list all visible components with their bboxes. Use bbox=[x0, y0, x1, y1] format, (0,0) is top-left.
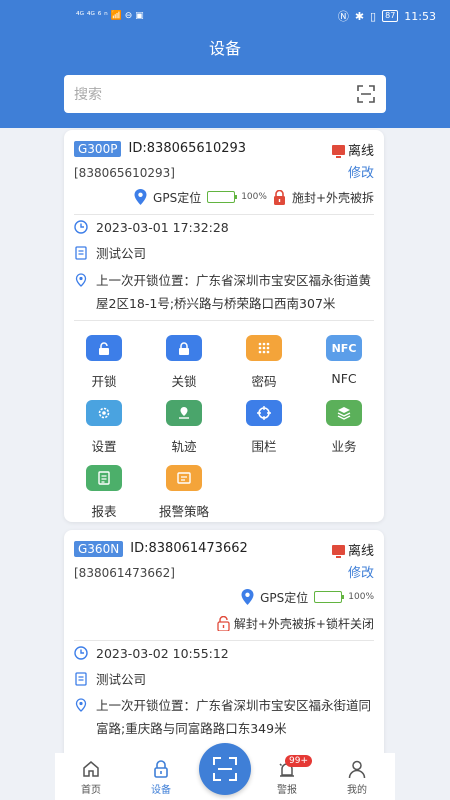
gear-icon bbox=[86, 400, 122, 426]
location-icon bbox=[75, 273, 87, 287]
vibrate-icon: ▯ bbox=[370, 9, 377, 23]
settings-button[interactable]: 设置 bbox=[64, 400, 144, 455]
nfc-status-icon: Ⓝ bbox=[337, 10, 349, 23]
alarm-policy-icon bbox=[166, 465, 202, 491]
tab-label: 设备 bbox=[151, 785, 171, 796]
company: 测试公司 bbox=[96, 672, 147, 687]
last-time: 2023-03-01 17:32:28 bbox=[96, 220, 229, 235]
track-icon bbox=[166, 400, 202, 426]
signal-icons: ⁴ᴳ ⁴ᴳ ⁶ ⁿ 📶 ⊖ ▣ bbox=[76, 11, 144, 21]
status-badge: 离线 bbox=[331, 140, 374, 159]
layers-icon bbox=[326, 400, 362, 426]
lock-icon bbox=[166, 335, 202, 361]
action-label: 设置 bbox=[91, 439, 117, 454]
fence-button[interactable]: 围栏 bbox=[224, 400, 304, 455]
unlock-icon bbox=[86, 335, 122, 361]
keypad-icon bbox=[246, 335, 282, 361]
battery-percent: 100% bbox=[348, 592, 374, 602]
search-input[interactable]: 搜索 bbox=[74, 84, 102, 104]
status-badge: 离线 bbox=[331, 540, 374, 559]
page-title: 设备 bbox=[208, 39, 241, 58]
battery-icon bbox=[314, 591, 345, 603]
tab-home[interactable]: 首页 bbox=[61, 759, 121, 796]
company: 测试公司 bbox=[96, 246, 147, 261]
modify-link[interactable]: 修改 bbox=[348, 162, 374, 181]
device-lock-icon bbox=[154, 760, 168, 778]
gps-label: GPS定位 bbox=[260, 590, 309, 605]
action-label: 报警策略 bbox=[158, 504, 209, 519]
tab-mine[interactable]: 我的 bbox=[327, 759, 387, 796]
search-bar[interactable]: 搜索 bbox=[64, 75, 386, 113]
device-model-tag: G360N bbox=[74, 540, 124, 557]
last-unlock-location: 上一次开锁位置：广东省深圳市宝安区福永街道黄屋2区18-1号;桥兴路与桥荣路口西… bbox=[96, 273, 372, 311]
location-icon bbox=[75, 698, 87, 712]
nfc-icon: NFC bbox=[326, 335, 362, 361]
action-label: 报表 bbox=[91, 504, 117, 519]
unlock-button[interactable]: 开锁 bbox=[64, 335, 144, 390]
monitor-icon bbox=[331, 544, 345, 558]
clock-icon bbox=[74, 220, 88, 234]
lock-state: 施封+外壳被拆 bbox=[291, 190, 374, 205]
last-time: 2023-03-02 10:55:12 bbox=[96, 646, 229, 661]
location-pin-icon bbox=[241, 589, 254, 605]
device-id: ID:838061473662 bbox=[130, 541, 248, 556]
action-label: 轨迹 bbox=[171, 439, 197, 454]
action-label: 开锁 bbox=[91, 374, 117, 389]
battery-icon bbox=[207, 191, 238, 203]
unlock-status-icon bbox=[217, 615, 230, 631]
battery-level: 87 bbox=[382, 10, 399, 22]
business-button[interactable]: 业务 bbox=[304, 400, 384, 455]
report-button[interactable]: 报表 bbox=[64, 465, 144, 520]
password-button[interactable]: 密码 bbox=[224, 335, 304, 390]
divider bbox=[74, 320, 374, 321]
scan-icon[interactable] bbox=[356, 84, 376, 104]
status-text: 离线 bbox=[347, 544, 374, 559]
status-right: Ⓝ ✱ ▯ 87 11:53 bbox=[338, 8, 436, 24]
document-icon bbox=[75, 672, 87, 686]
action-label: 关锁 bbox=[171, 374, 197, 389]
action-label: NFC bbox=[331, 371, 357, 386]
lock-state: 解封+外壳被拆+锁杆关闭 bbox=[233, 616, 374, 631]
bluetooth-icon: ✱ bbox=[354, 9, 365, 23]
clock-icon bbox=[74, 646, 88, 660]
lock-status-icon bbox=[273, 189, 285, 205]
location-pin-icon bbox=[134, 189, 147, 205]
last-unlock-location: 上一次开锁位置：广东省深圳市宝安区福永街道同富路;重庆路与同富路路口东349米 bbox=[96, 698, 372, 736]
report-icon bbox=[86, 465, 122, 491]
action-label: 密码 bbox=[251, 374, 277, 389]
status-left: ⁴ᴳ ⁴ᴳ ⁶ ⁿ 📶 ⊖ ▣ bbox=[76, 11, 144, 21]
divider bbox=[74, 640, 374, 641]
scan-icon bbox=[213, 757, 237, 781]
user-icon bbox=[348, 760, 366, 779]
document-icon bbox=[75, 246, 87, 260]
monitor-icon bbox=[331, 144, 345, 158]
alarm-policy-button[interactable]: 报警策略 bbox=[144, 465, 224, 520]
tab-label: 我的 bbox=[347, 785, 367, 796]
action-label: 业务 bbox=[331, 439, 357, 454]
nfc-button[interactable]: NFC NFC bbox=[304, 335, 384, 386]
tab-label: 首页 bbox=[81, 785, 101, 796]
device-model-tag: G300P bbox=[74, 140, 122, 157]
alarm-count-badge: 99+ bbox=[285, 755, 312, 767]
scan-button[interactable] bbox=[199, 743, 251, 795]
gps-label: GPS定位 bbox=[153, 190, 202, 205]
battery-percent: 100% bbox=[241, 192, 267, 202]
status-bar: ⁴ᴳ ⁴ᴳ ⁶ ⁿ 📶 ⊖ ▣ Ⓝ ✱ ▯ 87 11:53 bbox=[0, 0, 450, 32]
device-id: ID:838065610293 bbox=[128, 141, 247, 156]
lock-button[interactable]: 关锁 bbox=[144, 335, 224, 390]
track-button[interactable]: 轨迹 bbox=[144, 400, 224, 455]
tab-devices[interactable]: 设备 bbox=[131, 759, 191, 796]
device-card[interactable]: G360N ID:838061473662 离线 [838061473662] … bbox=[64, 530, 384, 770]
device-code: [838061473662] bbox=[74, 566, 175, 580]
device-card[interactable]: G300P ID:838065610293 离线 [838065610293] … bbox=[64, 130, 384, 522]
status-text: 离线 bbox=[347, 144, 374, 159]
tab-label: 警报 bbox=[277, 785, 297, 796]
fence-icon bbox=[246, 400, 282, 426]
modify-link[interactable]: 修改 bbox=[348, 562, 374, 581]
home-icon bbox=[83, 761, 99, 777]
device-code: [838065610293] bbox=[74, 166, 175, 180]
action-label: 围栏 bbox=[251, 439, 277, 454]
divider bbox=[74, 214, 374, 215]
clock: 11:53 bbox=[404, 9, 436, 23]
